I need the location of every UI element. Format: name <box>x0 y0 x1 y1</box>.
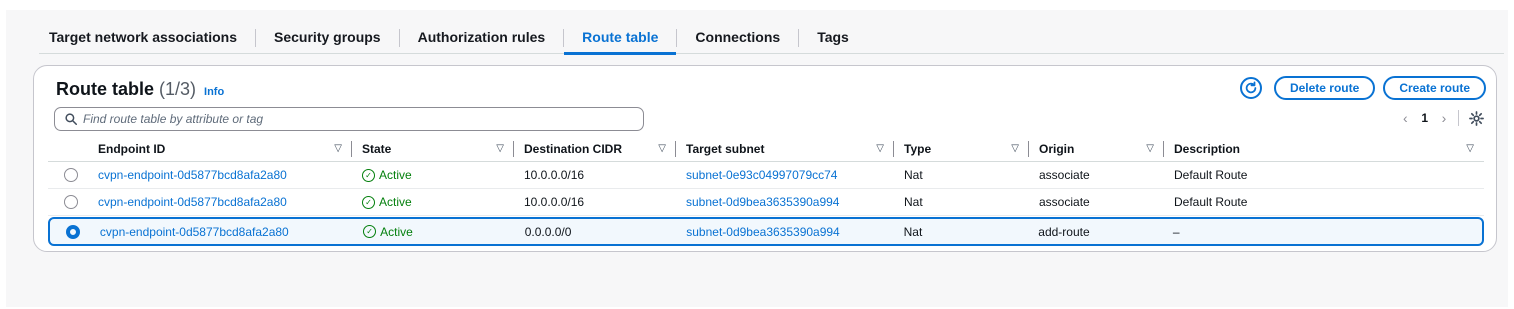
status-badge: ✓ Active <box>362 168 412 182</box>
tab-route-table[interactable]: Route table <box>564 24 677 55</box>
status-text: Active <box>379 168 412 182</box>
status-badge: ✓ Active <box>362 195 412 209</box>
page-background: Target network associations Security gro… <box>6 10 1508 307</box>
column-label: Destination CIDR <box>524 141 623 156</box>
column-label: Target subnet <box>686 141 765 156</box>
target-subnet-link[interactable]: subnet-0d9bea3635390a994 <box>676 219 893 244</box>
page-number[interactable]: 1 <box>1421 111 1428 125</box>
row-select-cell <box>48 189 88 215</box>
refresh-icon <box>1245 81 1257 94</box>
status-text: Active <box>380 224 413 239</box>
column-label: Origin <box>1039 141 1075 156</box>
endpoint-id-link[interactable]: cvpn-endpoint-0d5877bcd8afa2a80 <box>90 219 353 244</box>
status-badge: ✓ Active <box>363 225 413 239</box>
column-label: Type <box>904 141 932 156</box>
status-text: Active <box>379 195 412 209</box>
column-header-description[interactable]: Description ▽ <box>1164 136 1484 162</box>
tab-tags[interactable]: Tags <box>799 24 867 54</box>
check-circle-icon: ✓ <box>362 195 375 209</box>
route-table-container: Route table (1/3) Info Delete route Crea… <box>33 65 1497 252</box>
column-label: Endpoint ID <box>98 141 166 156</box>
origin-cell: associate <box>1039 195 1090 209</box>
row-radio-button[interactable] <box>64 195 78 209</box>
sort-icon[interactable]: ▽ <box>334 143 342 154</box>
column-header-target-subnet[interactable]: Target subnet ▽ <box>676 136 894 162</box>
table-row-selected[interactable]: cvpn-endpoint-0d5877bcd8afa2a80 ✓ Active … <box>48 217 1484 246</box>
sort-icon[interactable]: ▽ <box>876 143 884 154</box>
column-header-endpoint-id[interactable]: Endpoint ID ▽ <box>88 136 352 162</box>
type-cell: Nat <box>903 224 923 239</box>
destination-cidr-cell: 10.0.0.0/16 <box>524 168 585 182</box>
pagination: ‹ 1 › <box>1397 110 1484 126</box>
column-label: State <box>362 141 392 156</box>
sort-icon[interactable]: ▽ <box>1466 143 1474 154</box>
row-radio-button[interactable] <box>64 168 78 182</box>
tab-security-groups[interactable]: Security groups <box>256 24 399 54</box>
type-cell: Nat <box>904 195 923 209</box>
previous-page-button[interactable]: ‹ <box>1397 110 1413 126</box>
column-header-state[interactable]: State ▽ <box>352 136 514 162</box>
sort-icon[interactable]: ▽ <box>1011 143 1019 154</box>
origin-cell: associate <box>1039 168 1090 182</box>
delete-route-button[interactable]: Delete route <box>1273 76 1376 100</box>
check-circle-icon: ✓ <box>363 225 377 238</box>
state-cell: ✓ Active <box>352 189 514 215</box>
destination-cidr-cell: 10.0.0.0/16 <box>524 195 585 209</box>
info-link[interactable]: Info <box>204 86 224 98</box>
column-header-destination-cidr[interactable]: Destination CIDR ▽ <box>514 136 676 162</box>
select-column-header <box>48 136 88 162</box>
gear-icon[interactable] <box>1469 110 1484 126</box>
target-subnet-link[interactable]: subnet-0e93c04997079cc74 <box>676 162 894 188</box>
target-subnet-link[interactable]: subnet-0d9bea3635390a994 <box>676 189 894 215</box>
route-table-title: Route table <box>56 79 155 99</box>
search-icon <box>65 113 77 125</box>
column-header-origin[interactable]: Origin ▽ <box>1029 136 1164 162</box>
route-table: Endpoint ID ▽ State ▽ Destination CIDR ▽… <box>48 136 1484 246</box>
endpoint-id-link[interactable]: cvpn-endpoint-0d5877bcd8afa2a80 <box>88 162 352 188</box>
table-row[interactable]: cvpn-endpoint-0d5877bcd8afa2a80 ✓ Active … <box>48 162 1484 189</box>
header-actions: Delete route Create route <box>1239 76 1486 100</box>
next-page-button[interactable]: › <box>1436 110 1452 126</box>
origin-cell: add-route <box>1038 224 1090 239</box>
create-route-button[interactable]: Create route <box>1383 76 1486 100</box>
row-radio-button-checked[interactable] <box>66 224 80 239</box>
sort-icon[interactable]: ▽ <box>658 143 666 154</box>
sort-icon[interactable]: ▽ <box>1146 143 1154 154</box>
selection-count: (1/3) <box>159 79 197 99</box>
tab-target-network-associations[interactable]: Target network associations <box>39 24 255 54</box>
column-header-type[interactable]: Type ▽ <box>894 136 1029 162</box>
destination-cidr-cell: 0.0.0.0/0 <box>524 224 572 239</box>
column-label: Description <box>1174 141 1241 156</box>
pager-divider <box>1458 110 1459 126</box>
tab-bar: Target network associations Security gro… <box>39 24 1504 55</box>
search-field[interactable] <box>54 107 644 131</box>
tab-connections[interactable]: Connections <box>677 24 798 54</box>
row-select-cell <box>48 162 88 188</box>
table-header: Endpoint ID ▽ State ▽ Destination CIDR ▽… <box>48 136 1484 162</box>
page-title: Route table (1/3) Info <box>56 79 224 100</box>
refresh-button[interactable] <box>1239 77 1262 99</box>
type-cell: Nat <box>904 168 923 182</box>
row-select-cell <box>50 219 90 244</box>
check-circle-icon: ✓ <box>362 168 375 182</box>
description-cell: Default Route <box>1174 195 1248 209</box>
description-cell: Default Route <box>1174 168 1248 182</box>
endpoint-id-link[interactable]: cvpn-endpoint-0d5877bcd8afa2a80 <box>88 189 352 215</box>
description-cell: – <box>1172 224 1180 239</box>
state-cell: ✓ Active <box>353 219 515 244</box>
tab-authorization-rules[interactable]: Authorization rules <box>400 24 564 54</box>
search-input[interactable] <box>83 112 623 126</box>
table-row[interactable]: cvpn-endpoint-0d5877bcd8afa2a80 ✓ Active … <box>48 189 1484 216</box>
state-cell: ✓ Active <box>352 162 514 188</box>
sort-icon[interactable]: ▽ <box>496 143 504 154</box>
